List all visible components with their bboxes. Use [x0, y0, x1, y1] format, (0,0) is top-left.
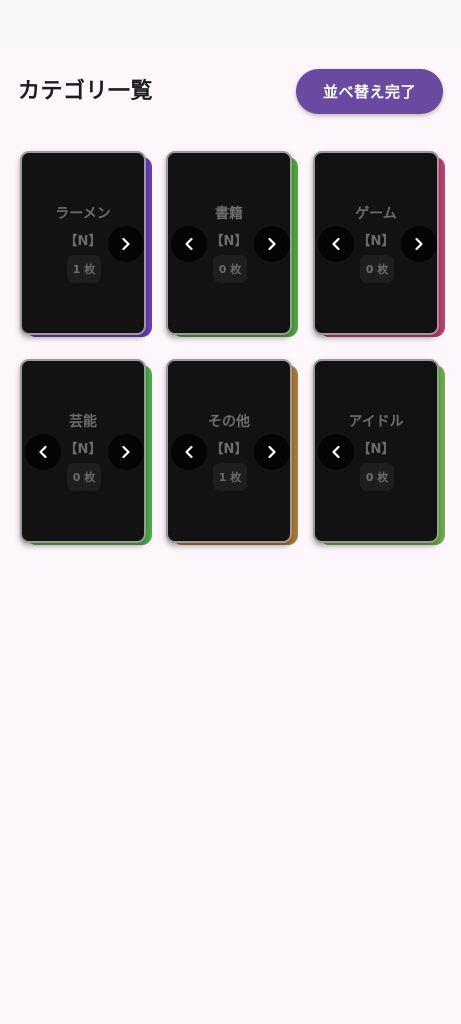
category-card[interactable]: ゲーム 【N】 0 枚 [313, 151, 439, 335]
card-count-badge: 0 枚 [360, 255, 394, 283]
move-right-button[interactable] [108, 434, 144, 470]
move-right-button[interactable] [108, 226, 144, 262]
move-right-button[interactable] [254, 434, 290, 470]
category-card[interactable]: アイドル 【N】 0 枚 [313, 359, 439, 543]
category-card-slot: その他 【N】 1 枚 [166, 359, 298, 553]
category-card-slot: ラーメン 【N】 1 枚 [20, 151, 152, 345]
card-count-badge: 0 枚 [213, 255, 247, 283]
card-count-badge: 1 枚 [213, 463, 247, 491]
chevron-left-icon [185, 445, 193, 459]
category-card-slot: 芸能 【N】 0 枚 [20, 359, 152, 553]
category-name: 書籍 [215, 206, 243, 222]
chevron-right-icon [268, 445, 276, 459]
category-name: 芸能 [69, 414, 97, 430]
category-card[interactable]: 芸能 【N】 0 枚 [20, 359, 146, 543]
category-name: アイドル [348, 414, 404, 430]
move-left-button[interactable] [171, 226, 207, 262]
chevron-right-icon [122, 237, 130, 251]
category-card-slot: 書籍 【N】 0 枚 [166, 151, 298, 345]
page-title: カテゴリ一覧 [18, 79, 154, 104]
move-right-button[interactable] [254, 226, 290, 262]
move-left-button[interactable] [318, 226, 354, 262]
chevron-left-icon [332, 445, 340, 459]
chevron-left-icon [39, 445, 47, 459]
chevron-left-icon [185, 237, 193, 251]
status-bar [0, 0, 461, 46]
category-name: その他 [208, 414, 250, 430]
card-count-badge: 0 枚 [67, 463, 101, 491]
category-name: ゲーム [355, 206, 397, 222]
card-count-badge: 1 枚 [67, 255, 101, 283]
move-right-button[interactable] [401, 226, 437, 262]
category-card-slot: ゲーム 【N】 0 枚 [313, 151, 445, 345]
category-card[interactable]: その他 【N】 1 枚 [166, 359, 292, 543]
move-left-button[interactable] [171, 434, 207, 470]
chevron-right-icon [122, 445, 130, 459]
chevron-right-icon [415, 237, 423, 251]
category-card-slot: アイドル 【N】 0 枚 [313, 359, 445, 553]
category-name: ラーメン [55, 206, 111, 222]
category-card[interactable]: ラーメン 【N】 1 枚 [20, 151, 146, 335]
move-left-button[interactable] [318, 434, 354, 470]
card-count-badge: 0 枚 [360, 463, 394, 491]
move-left-button[interactable] [25, 434, 61, 470]
chevron-left-icon [332, 237, 340, 251]
chevron-right-icon [268, 237, 276, 251]
reorder-done-button[interactable]: 並べ替え完了 [296, 69, 443, 114]
category-card[interactable]: 書籍 【N】 0 枚 [166, 151, 292, 335]
